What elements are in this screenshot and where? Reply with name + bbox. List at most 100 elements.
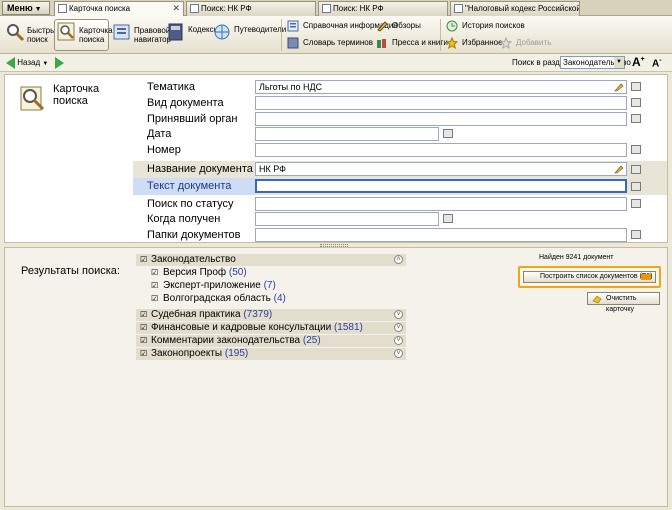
chevron-down-icon[interactable]: ▼	[42, 61, 48, 67]
codes-button[interactable]: Кодексы	[166, 18, 219, 52]
expand-icon[interactable]: ˅	[394, 349, 403, 358]
field-row-received: Когда получен	[133, 212, 667, 227]
add-star-icon	[500, 37, 512, 49]
field-label: Когда получен	[147, 213, 221, 225]
calendar-icon[interactable]	[443, 129, 453, 138]
document-icon	[322, 4, 331, 13]
issuer-input[interactable]	[255, 112, 627, 126]
field-label: Номер	[147, 144, 181, 156]
font-increase-icon[interactable]: A+	[632, 55, 645, 69]
quick-search-button[interactable]: Быстрый поиск	[5, 18, 60, 52]
field-row-number: Номер	[133, 143, 667, 158]
close-icon[interactable]: ✕	[172, 2, 180, 15]
field-menu-icon[interactable]	[631, 114, 641, 123]
back-button[interactable]: Назад ▼	[6, 57, 64, 69]
search-card-panel: Карточка поиска Тематика Льготы по НДС В…	[4, 74, 668, 243]
tab-label: Поиск: НК РФ	[333, 4, 384, 13]
tab-tax-code[interactable]: "Налоговый кодекс Российской Фед...	[450, 1, 580, 16]
history-icon	[446, 20, 458, 32]
navigator-icon	[113, 24, 130, 40]
result-group-legislation[interactable]: ☑ Законодательство ˄	[136, 254, 406, 266]
field-row-doc-title: Название документа НК РФ	[133, 161, 667, 178]
field-row-topic: Тематика Льготы по НДС	[133, 80, 667, 95]
doc-title-input[interactable]: НК РФ	[255, 162, 627, 176]
field-menu-icon[interactable]	[631, 165, 641, 174]
reviews-button[interactable]: Обзоры	[376, 19, 421, 33]
add-button[interactable]: Добавить	[500, 36, 551, 50]
result-count: (1581)	[333, 322, 363, 333]
search-results-panel: Результаты поиска: ☑ Законодательство ˄ …	[4, 247, 668, 507]
doc-text-input[interactable]	[255, 179, 627, 193]
magnifier-icon	[7, 24, 25, 42]
expand-icon[interactable]: ˅	[394, 336, 403, 345]
checkbox[interactable]: ☑	[140, 256, 148, 264]
result-group-court[interactable]: ☑ Судебная практика (7379) ˅	[136, 309, 406, 321]
clear-card-button[interactable]: Очистить карточку	[587, 292, 660, 313]
folders-input[interactable]	[255, 228, 627, 242]
menu-button[interactable]: Меню ▼	[2, 1, 50, 15]
field-label: Название документа	[147, 163, 253, 175]
received-input[interactable]	[255, 212, 439, 226]
back-label: Назад	[17, 58, 41, 68]
build-list-button-highlight: Построить список документов (F9)	[518, 266, 661, 288]
result-name: Эксперт-приложение	[163, 280, 261, 291]
result-subitem[interactable]: ☑ Версия Проф (50)	[136, 267, 406, 279]
doc-type-input[interactable]	[255, 96, 627, 110]
guides-button[interactable]: Путеводители	[212, 18, 286, 52]
document-icon	[454, 4, 463, 13]
result-group-bills[interactable]: ☑ Законопроекты (195) ˅	[136, 348, 406, 360]
topic-input[interactable]: Льготы по НДС	[255, 80, 627, 94]
topic-value: Льготы по НДС	[259, 82, 323, 92]
result-count: (7)	[263, 280, 276, 291]
toolbar-separator	[281, 19, 282, 51]
tab-search-nk-1[interactable]: Поиск: НК РФ	[186, 1, 316, 16]
result-group-consultations[interactable]: ☑ Финансовые и кадровые консультации (15…	[136, 322, 406, 334]
expand-icon[interactable]: ˅	[394, 323, 403, 332]
field-menu-icon[interactable]	[631, 182, 641, 191]
field-label: Принявший орган	[147, 113, 238, 125]
forward-arrow-icon[interactable]	[54, 57, 64, 69]
field-menu-icon[interactable]	[631, 199, 641, 208]
eraser-icon	[592, 295, 602, 304]
expand-icon[interactable]: ˅	[394, 310, 403, 319]
result-group-comments[interactable]: ☑ Комментарии законодательства (25) ˅	[136, 335, 406, 347]
font-decrease-icon[interactable]: A-	[652, 57, 662, 69]
result-subitem[interactable]: ☑ Волгоградская область (4)	[136, 293, 406, 305]
legal-navigator-button[interactable]: Правовой навигатор	[112, 18, 171, 52]
checkbox[interactable]: ☑	[140, 324, 148, 332]
tab-search-nk-2[interactable]: Поиск: НК РФ	[318, 1, 448, 16]
number-input[interactable]	[255, 143, 627, 157]
checkbox[interactable]: ☑	[140, 337, 148, 345]
checkbox[interactable]: ☑	[140, 311, 148, 319]
field-label: Поиск по статусу	[147, 198, 234, 210]
favorites-button[interactable]: Избранное	[446, 36, 503, 50]
field-menu-icon[interactable]	[631, 82, 641, 91]
collapse-icon[interactable]: ˄	[394, 255, 403, 264]
result-subitem[interactable]: ☑ Эксперт-приложение (7)	[136, 280, 406, 292]
status-input[interactable]	[255, 197, 627, 211]
field-menu-icon[interactable]	[631, 98, 641, 107]
field-menu-icon[interactable]	[631, 145, 641, 154]
edit-icon[interactable]	[614, 82, 624, 92]
section-select[interactable]: Законодательство ▼	[560, 56, 631, 69]
build-list-button[interactable]: Построить список документов (F9)	[523, 271, 656, 283]
tab-search-card[interactable]: Карточка поиска ✕	[54, 1, 184, 16]
document-icon	[58, 4, 67, 13]
date-input[interactable]	[255, 127, 439, 141]
search-card-button[interactable]: Карточка поиска	[57, 18, 113, 52]
press-books-button[interactable]: Пресса и книги	[376, 36, 448, 50]
result-count: (25)	[302, 335, 321, 346]
field-menu-icon[interactable]	[631, 230, 641, 239]
calendar-icon[interactable]	[443, 214, 453, 223]
field-label: Текст документа	[147, 180, 232, 192]
edit-icon[interactable]	[614, 164, 624, 174]
checkbox[interactable]: ☑	[151, 295, 159, 303]
checkbox[interactable]: ☑	[140, 350, 148, 358]
checkbox[interactable]: ☑	[151, 282, 159, 290]
search-history-button[interactable]: История поисков	[446, 19, 525, 33]
doc-title-value: НК РФ	[259, 164, 286, 174]
glossary-button[interactable]: Словарь терминов	[287, 36, 373, 50]
pen-icon	[377, 21, 388, 32]
checkbox[interactable]: ☑	[151, 269, 159, 277]
field-label: Дата	[147, 128, 172, 140]
